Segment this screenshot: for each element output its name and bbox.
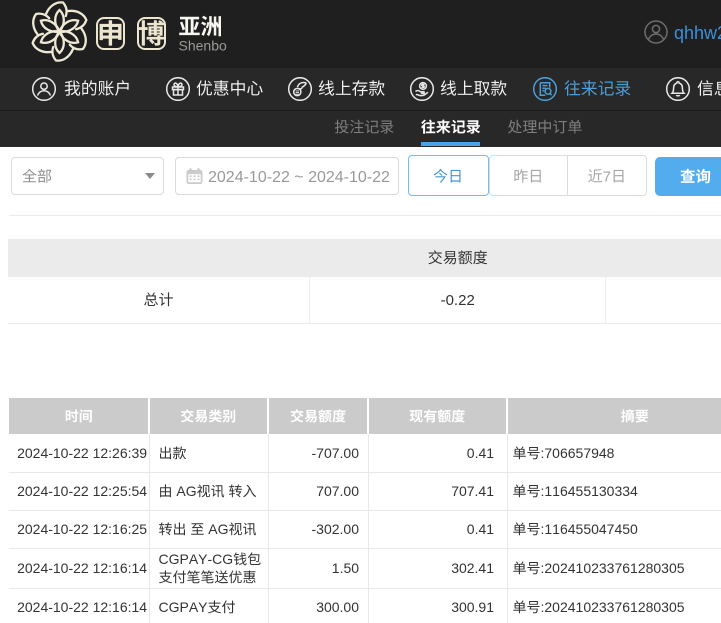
svg-text::116455130334: :116455130334 <box>541 483 639 499</box>
svg-text:qhhw23: qhhw23 <box>674 23 721 43</box>
svg-text:2024-10-22 12:16:14: 2024-10-22 12:16:14 <box>17 599 147 615</box>
svg-text:-302.00: -302.00 <box>312 521 360 537</box>
svg-text:707.00: 707.00 <box>316 483 359 499</box>
svg-text:2024-10-22 12:26:39: 2024-10-22 12:26:39 <box>17 445 147 461</box>
svg-text::202410233761280305: :202410233761280305 <box>541 560 685 576</box>
svg-text:AG: AG <box>173 483 197 499</box>
svg-text:-707.00: -707.00 <box>312 445 360 461</box>
svg-text::116455047450: :116455047450 <box>541 521 639 537</box>
svg-text:0.41: 0.41 <box>467 445 494 461</box>
svg-text:2024-10-22 12:16:14: 2024-10-22 12:16:14 <box>17 560 147 576</box>
svg-text:CGPAY: CGPAY <box>159 599 209 615</box>
svg-text:707.41: 707.41 <box>451 483 494 499</box>
svg-text::706657948: :706657948 <box>541 445 615 461</box>
svg-text:2024-10-22 12:16:25: 2024-10-22 12:16:25 <box>17 521 147 537</box>
svg-text:Shenbo: Shenbo <box>179 38 227 54</box>
svg-text::202410233761280305: :202410233761280305 <box>541 599 685 615</box>
svg-text:2024-10-22 ~ 2024-10-22: 2024-10-22 ~ 2024-10-22 <box>208 169 390 186</box>
svg-text:2024-10-22 12:25:54: 2024-10-22 12:25:54 <box>17 483 147 499</box>
svg-text:300.91: 300.91 <box>451 599 494 615</box>
svg-text:7: 7 <box>603 169 611 186</box>
svg-text:CGPAY-CG: CGPAY-CG <box>159 551 234 567</box>
svg-text:0.41: 0.41 <box>467 521 494 537</box>
svg-text:1.50: 1.50 <box>332 560 359 576</box>
svg-text:AG: AG <box>204 521 228 537</box>
svg-text:300.00: 300.00 <box>316 599 359 615</box>
svg-text:-0.22: -0.22 <box>441 292 475 309</box>
svg-text:302.41: 302.41 <box>451 560 494 576</box>
